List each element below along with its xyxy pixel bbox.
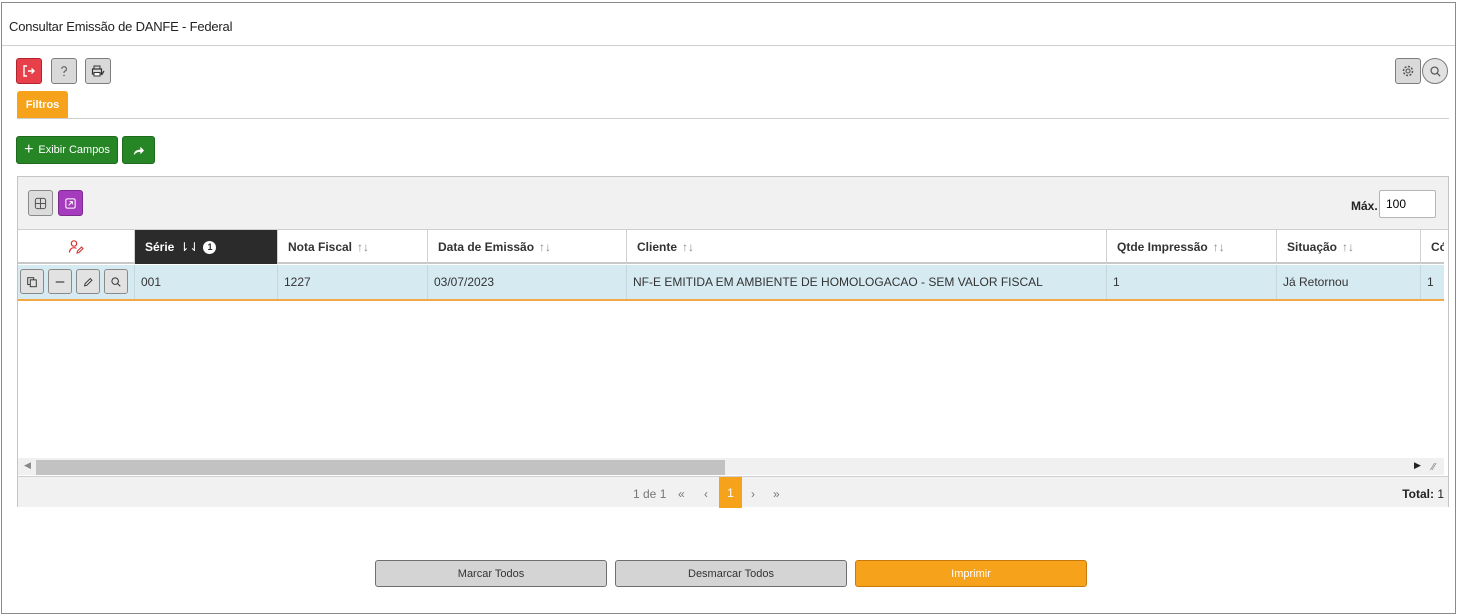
copy-icon: [27, 276, 37, 287]
search-icon: [111, 276, 121, 287]
search-icon: [1429, 65, 1441, 77]
window: Consultar Emissão de DANFE - Federal Fil…: [1, 2, 1456, 614]
print-button[interactable]: Imprimir: [855, 560, 1087, 587]
sort-icon: ↑↓: [682, 240, 695, 254]
scroll-right-icon[interactable]: ▶: [1414, 460, 1421, 471]
show-fields-button[interactable]: + Exibir Campos: [16, 136, 118, 164]
column-header-situacao[interactable]: Situação ↑↓: [1277, 230, 1421, 264]
printer-icon: [91, 65, 105, 77]
column-header-nota-fiscal[interactable]: Nota Fiscal ↑↓: [278, 230, 428, 264]
table-header: Série ⇂⇃ 1 Nota Fiscal ↑↓ Data de Emissã…: [18, 230, 1444, 264]
total-label: Total:: [1402, 487, 1434, 501]
column-header-qtde-impressao[interactable]: Qtde Impressão ↑↓: [1107, 230, 1277, 264]
column-header-cod[interactable]: Cód: [1421, 230, 1444, 264]
column-actions-header: [18, 230, 135, 264]
first-page-button[interactable]: «: [678, 487, 685, 501]
tab-filtros[interactable]: Filtros: [17, 91, 68, 118]
minus-icon: [55, 280, 65, 283]
mark-all-button[interactable]: Marcar Todos: [375, 560, 607, 587]
cell-qtde-impressao: 1: [1107, 265, 1277, 299]
max-label: Máx.: [1351, 199, 1378, 213]
column-header-cliente[interactable]: Cliente ↑↓: [627, 230, 1107, 264]
current-page-button[interactable]: 1: [719, 477, 742, 508]
cell-cod: 1: [1427, 275, 1434, 289]
scroll-left-icon[interactable]: ◀: [24, 460, 31, 471]
print-config-button[interactable]: [85, 58, 111, 84]
user-edit-icon[interactable]: [68, 239, 84, 255]
column-header-label: Cliente: [637, 240, 678, 254]
last-page-button[interactable]: »: [773, 487, 780, 501]
column-header-label: Qtde Impressão: [1117, 240, 1208, 254]
exit-icon: [23, 65, 35, 77]
grid-layout-button[interactable]: [28, 190, 53, 216]
scrollbar-thumb[interactable]: [36, 460, 725, 475]
total-count: Total: 1: [1402, 487, 1444, 501]
total-value: 1: [1437, 487, 1444, 501]
max-input[interactable]: [1379, 190, 1436, 218]
gear-icon: [1402, 65, 1414, 77]
cell-serie: 001: [135, 265, 278, 299]
settings-button[interactable]: [1395, 58, 1421, 84]
column-header-label: Situação: [1287, 240, 1338, 254]
pagination: 1 de 1 « ‹ 1 › » Total: 1: [18, 476, 1448, 508]
prev-page-button[interactable]: ‹: [704, 487, 708, 501]
help-icon: [61, 66, 67, 77]
grid-icon: [34, 197, 47, 209]
cell-nota-fiscal: 1227: [278, 265, 428, 299]
column-header-data-emissao[interactable]: Data de Emissão ↑↓: [428, 230, 627, 264]
plus-icon: +: [24, 141, 34, 158]
next-page-button[interactable]: ›: [751, 487, 755, 501]
search-button[interactable]: [1422, 58, 1448, 84]
table-row[interactable]: 001 1227 03/07/2023 NF-E EMITIDA EM AMBI…: [18, 265, 1444, 301]
column-header-serie[interactable]: Série ⇂⇃ 1: [135, 230, 278, 264]
tab-divider: [17, 118, 1449, 119]
column-header-label: Série: [145, 240, 175, 254]
page-summary: 1 de 1: [633, 487, 667, 501]
view-row-button[interactable]: [104, 269, 128, 294]
row-actions-cell: [18, 265, 135, 299]
sort-icon: ↑↓: [357, 240, 370, 254]
title-bar: Consultar Emissão de DANFE - Federal: [2, 3, 1455, 46]
sort-desc-icon: ⇂⇃: [179, 240, 200, 254]
unmark-all-button[interactable]: Desmarcar Todos: [615, 560, 847, 587]
horizontal-scrollbar[interactable]: ◀ ▶ ⁄⁄: [18, 458, 1444, 475]
cell-cliente: NF-E EMITIDA EM AMBIENTE DE HOMOLOGACAO …: [627, 265, 1107, 299]
sort-icon: ↑↓: [539, 240, 552, 254]
remove-row-button[interactable]: [48, 269, 72, 294]
copy-row-button[interactable]: [20, 269, 44, 294]
edit-row-button[interactable]: [76, 269, 100, 294]
export-icon: [65, 197, 76, 209]
sort-icon: ↑↓: [1342, 240, 1355, 254]
help-button[interactable]: [51, 58, 77, 84]
export-button[interactable]: [58, 190, 83, 216]
cell-situacao: Já Retornou: [1277, 265, 1421, 299]
cell-data-emissao: 03/07/2023: [428, 265, 627, 299]
show-fields-label: Exibir Campos: [38, 144, 110, 156]
share-button[interactable]: [122, 136, 155, 164]
page-title: Consultar Emissão de DANFE - Federal: [9, 19, 233, 34]
exit-button[interactable]: [16, 58, 42, 84]
sort-icon: ↑↓: [1212, 240, 1225, 254]
column-header-label: Cód: [1431, 240, 1444, 254]
sort-order-badge: 1: [203, 240, 217, 254]
pencil-icon: [83, 277, 93, 286]
results-grid: Máx. Série ⇂⇃ 1 Nota Fiscal ↑↓ Data de E…: [17, 176, 1449, 508]
resize-handle-icon[interactable]: ⁄⁄: [1432, 462, 1435, 473]
column-header-label: Data de Emissão: [438, 240, 535, 254]
share-arrow-icon: [133, 146, 145, 155]
grid-toolbar: Máx.: [18, 177, 1448, 230]
column-header-label: Nota Fiscal: [288, 240, 353, 254]
